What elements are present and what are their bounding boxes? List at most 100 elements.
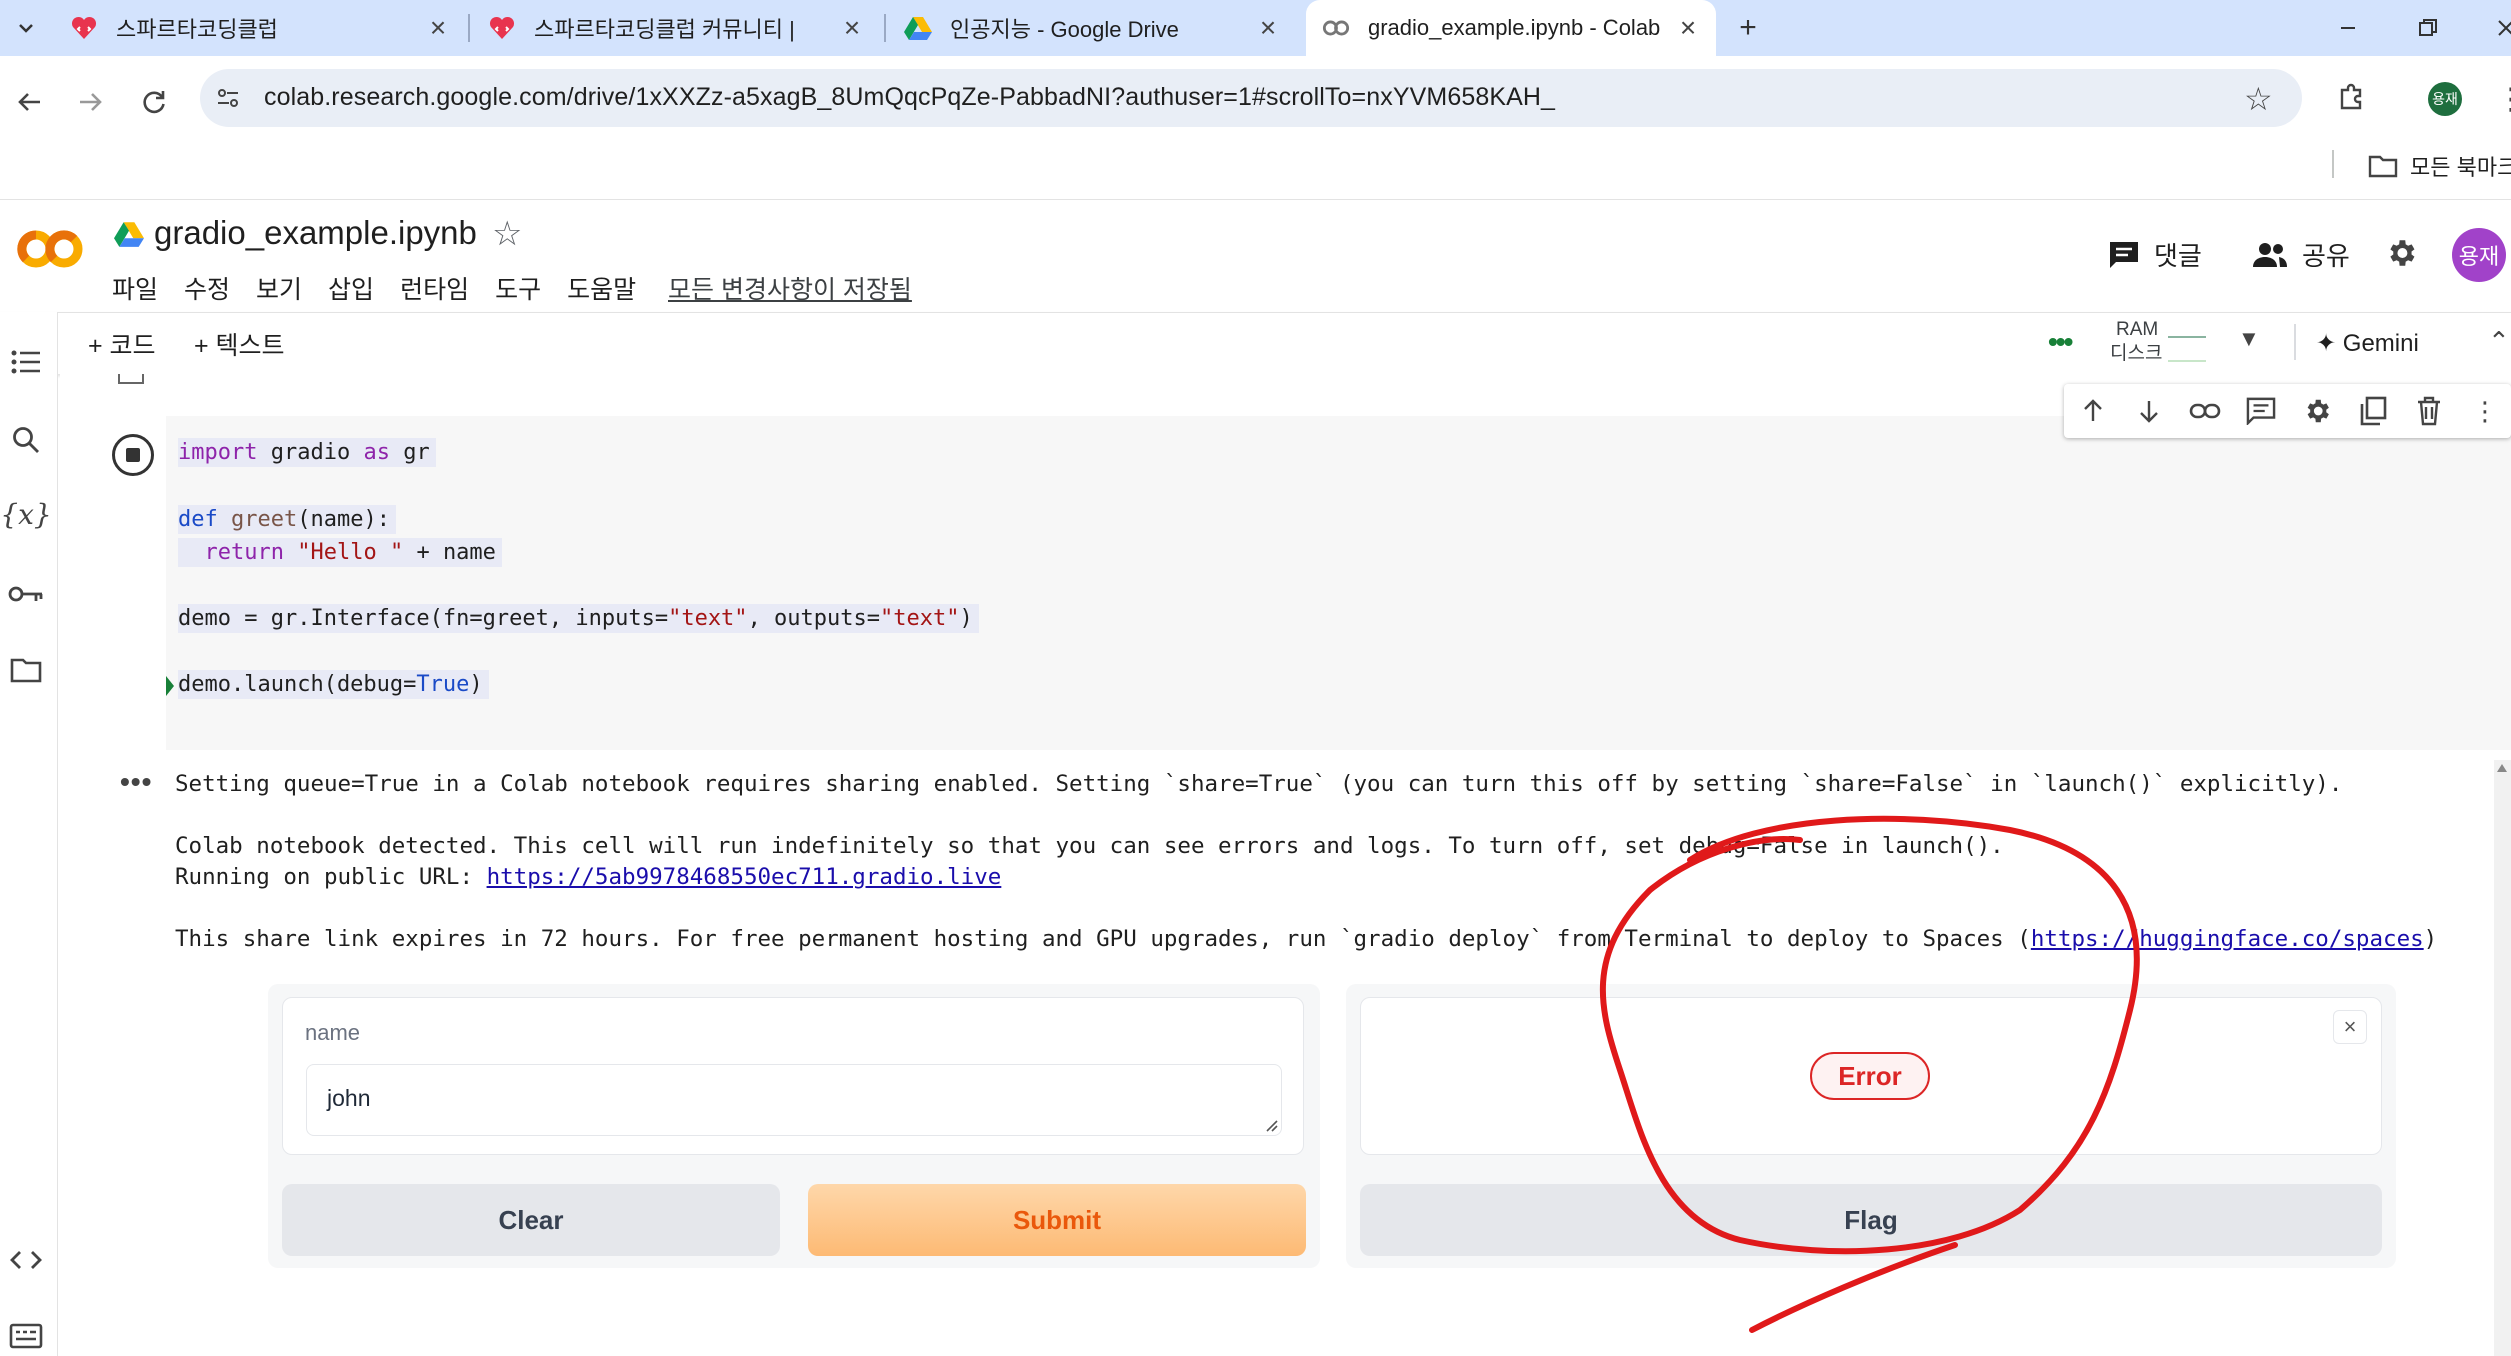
table-of-contents-icon[interactable] (6, 342, 46, 382)
submit-button[interactable]: Submit (808, 1184, 1306, 1256)
folder-icon (2368, 155, 2398, 178)
settings-button[interactable] (2384, 236, 2432, 270)
tab-title: 스파르타코딩클럽 커뮤니티 | (534, 17, 795, 42)
output-menu-icon[interactable]: ••• (120, 766, 152, 798)
back-icon[interactable] (8, 80, 52, 124)
move-down-icon[interactable] (2130, 392, 2168, 430)
browser-profile-avatar[interactable]: 용재 (2428, 82, 2462, 116)
menu-file[interactable]: 파일 (112, 270, 158, 306)
ram-sparkline (2168, 320, 2206, 338)
add-text-button[interactable]: + 텍스트 (194, 326, 285, 362)
disk-label: 디스크 (2110, 343, 2163, 364)
runtime-status-icon[interactable]: ••• (2048, 326, 2073, 358)
code-cell-editor[interactable] (166, 416, 2511, 750)
account-avatar[interactable]: 용재 (2452, 228, 2506, 282)
gradio-public-url-link[interactable]: https://5ab9978468550ec711.gradio.live (487, 864, 1002, 890)
url-text[interactable]: colab.research.google.com/drive/1xXXZz-a… (264, 83, 1555, 112)
reload-icon[interactable] (132, 80, 176, 124)
gear-icon (2390, 240, 2415, 266)
minimize-icon[interactable] (2328, 8, 2368, 48)
folder-icon[interactable] (6, 650, 46, 690)
code-snippets-icon[interactable] (6, 1240, 46, 1280)
output-scrollbar[interactable] (2494, 760, 2511, 1356)
menu-view[interactable]: 보기 (256, 270, 302, 306)
clear-button[interactable]: Clear (282, 1184, 780, 1256)
window-close-icon[interactable] (2486, 8, 2511, 48)
stop-cell-button[interactable] (112, 434, 154, 476)
notebook-title[interactable]: gradio_example.ipynb (154, 214, 477, 252)
menu-insert[interactable]: 삽입 (328, 270, 374, 306)
chevron-up-icon[interactable]: ⌃ (2488, 326, 2510, 357)
link-icon[interactable] (2186, 392, 2224, 430)
scroll-up-arrow[interactable] (2497, 764, 2507, 772)
gemini-label: Gemini (2342, 330, 2419, 357)
tab-title: 스파르타코딩클럽 (116, 17, 278, 42)
menu-runtime[interactable]: 런타임 (400, 270, 469, 306)
close-icon[interactable]: × (1672, 12, 1704, 44)
close-icon[interactable]: × (1252, 12, 1284, 44)
search-icon[interactable] (6, 420, 46, 460)
tab-title: 인공지능 - Google Drive (950, 17, 1179, 42)
colab-icon (1322, 14, 1350, 42)
save-status-link[interactable]: 모든 변경사항이 저장됨 (668, 270, 912, 306)
menu-tools[interactable]: 도구 (495, 270, 541, 306)
variables-icon[interactable]: {x} (0, 494, 51, 534)
move-up-icon[interactable] (2074, 392, 2112, 430)
extensions-icon[interactable] (2334, 80, 2368, 114)
tab-title: gradio_example.ipynb - Colab (1368, 15, 1661, 40)
code-line-8[interactable]: demo.launch(debug=True) (178, 670, 489, 699)
mirror-cell-icon[interactable] (2354, 392, 2392, 430)
key-icon[interactable] (6, 574, 46, 614)
code-line-4[interactable]: return "Hello " + name (178, 538, 502, 567)
comment-button[interactable]: 댓글 (2108, 236, 2202, 273)
terminal-icon[interactable] (6, 1316, 46, 1356)
share-button[interactable]: 공유 (2252, 236, 2350, 273)
menu-help[interactable]: 도움말 (567, 270, 636, 306)
code-line-6[interactable]: demo = gr.Interface(fn=greet, inputs="te… (178, 604, 979, 633)
code-line-1[interactable]: import gradio as gr (178, 438, 436, 467)
resize-handle-icon[interactable] (1264, 1118, 1278, 1132)
comment-icon (2110, 241, 2138, 268)
colab-logo[interactable] (14, 222, 86, 276)
chevron-down-icon[interactable]: ▼ (2238, 326, 2260, 352)
code-line-3[interactable]: def greet(name): (178, 505, 396, 534)
close-icon[interactable]: × (422, 12, 454, 44)
huggingface-spaces-link[interactable]: https://huggingface.co/spaces (2031, 926, 2424, 952)
previous-cell-edge (118, 374, 144, 384)
comment-icon[interactable] (2242, 392, 2280, 430)
tab-colab[interactable]: gradio_example.ipynb - Colab × (1306, 0, 1716, 56)
gemini-button[interactable]: ✦ Gemini (2316, 329, 2419, 358)
more-vert-icon[interactable]: ⋮ (2466, 392, 2504, 430)
restore-icon[interactable] (2408, 8, 2448, 48)
output-text: ) (2423, 926, 2438, 952)
tab-google-drive[interactable]: 인공지능 - Google Drive × (886, 0, 1296, 56)
menu-edit[interactable]: 수정 (184, 270, 230, 306)
tab-sparta-community[interactable]: 스파르타코딩클럽 커뮤니티 | × (470, 0, 880, 56)
google-drive-icon (904, 14, 932, 42)
output-line: Setting queue=True in a Colab notebook r… (175, 771, 2343, 797)
comment-label: 댓글 (2154, 241, 2202, 271)
flag-button[interactable]: Flag (1360, 1184, 2382, 1256)
tab-sparta-coding[interactable]: 스파르타코딩클럽 × (56, 0, 466, 56)
gear-icon[interactable] (2298, 392, 2336, 430)
output-line: Running on public URL: https://5ab997846… (175, 864, 1001, 890)
site-info-icon[interactable] (214, 84, 242, 112)
new-tab-button[interactable]: + (1728, 8, 1768, 48)
bookmark-star-icon[interactable]: ☆ (2244, 80, 2273, 118)
add-code-button[interactable]: + 코드 (88, 326, 156, 362)
all-bookmarks-folder[interactable]: 모든 북마크 (2368, 150, 2511, 182)
delete-icon[interactable] (2410, 392, 2448, 430)
close-icon[interactable]: × (2333, 1010, 2367, 1044)
browser-menu-icon[interactable]: ⋮ (2496, 82, 2511, 117)
forward-icon[interactable] (68, 80, 112, 124)
disk-sparkline (2168, 344, 2206, 362)
close-icon[interactable]: × (836, 12, 868, 44)
heart-code-icon (488, 14, 516, 42)
tab-search-icon[interactable] (6, 8, 46, 48)
output-line: Colab notebook detected. This cell will … (175, 833, 2004, 859)
error-badge: Error (1810, 1052, 1930, 1100)
bookmark-bar (0, 140, 2511, 200)
name-textbox[interactable]: john (306, 1064, 1282, 1136)
star-icon[interactable]: ☆ (492, 214, 522, 254)
google-drive-icon[interactable] (114, 220, 144, 248)
